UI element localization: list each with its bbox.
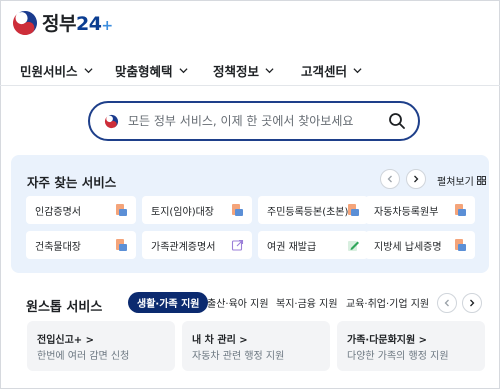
tab-life-family[interactable]: 생활·가족 지원	[128, 292, 209, 313]
taegeuk-mini-icon	[104, 114, 119, 129]
prev-button[interactable]	[380, 169, 400, 189]
search-bar	[88, 101, 420, 141]
main-nav: 민원서비스 맞춤형혜택 정책정보 고객센터	[0, 52, 500, 86]
grid-icon	[476, 176, 486, 185]
document-icon	[348, 204, 359, 216]
nav-item-customer-center[interactable]: 고객센터	[301, 61, 362, 80]
service-item[interactable]: 지방세 납세증명	[365, 231, 475, 259]
onestop-card-move-in[interactable]: 전입신고+ > 한번에 여러 감면 신청	[27, 321, 175, 371]
tab-education-employment[interactable]: 교육·취업·기업 지원	[346, 292, 429, 313]
card-title: 가족·다문화지원 >	[347, 335, 428, 346]
onestop-card-my-car[interactable]: 내 차 관리 > 자동차 관련 행정 지원	[182, 321, 330, 371]
expand-label: 펼쳐보기	[437, 177, 474, 188]
document-icon	[232, 204, 243, 216]
tab-birth-childcare[interactable]: 출산·육아 지원	[207, 292, 269, 313]
document-icon	[116, 204, 127, 216]
service-item[interactable]: 가족관계증명서	[142, 231, 252, 259]
taegeuk-logo-icon	[13, 10, 37, 35]
nav-item-civil-service[interactable]: 민원서비스	[20, 61, 93, 80]
expand-button[interactable]: 펼쳐보기	[437, 173, 486, 188]
service-label: 가족관계증명서	[151, 241, 216, 253]
logo-text: 정부24+	[42, 13, 113, 35]
service-item[interactable]: 주민등록등본(초본)	[258, 196, 368, 224]
service-item[interactable]: 토지(임야)대장	[142, 196, 252, 224]
next-button[interactable]	[406, 169, 426, 189]
document-icon	[455, 204, 466, 216]
nav-label: 민원서비스	[20, 64, 78, 79]
card-title: 전입신고+ >	[37, 335, 95, 346]
tab-welfare-finance[interactable]: 복지·금융 지원	[276, 292, 338, 313]
chevron-left-icon	[387, 175, 392, 183]
service-label: 인감증명서	[35, 206, 81, 218]
chevron-left-icon	[444, 299, 449, 307]
chevron-down-icon	[178, 68, 188, 74]
service-label: 토지(임야)대장	[151, 206, 215, 218]
search-icon[interactable]	[388, 112, 406, 130]
nav-item-custom-benefits[interactable]: 맞춤형혜택	[115, 61, 188, 80]
frequent-services-panel: 자주 찾는 서비스 펼쳐보기 인감증명서 토지(임야)대장 주민등록등본(초본)…	[11, 155, 489, 273]
nav-label: 고객센터	[301, 64, 348, 79]
edit-icon	[348, 241, 359, 251]
external-link-icon	[231, 239, 244, 251]
document-icon	[116, 239, 127, 251]
card-description: 자동차 관련 행정 지원	[192, 351, 285, 362]
card-description: 다양한 가족의 행정 지원	[347, 351, 449, 362]
chevron-down-icon	[265, 68, 274, 74]
service-label: 건축물대장	[35, 241, 81, 253]
service-item[interactable]: 여권 재발급	[258, 231, 368, 259]
tabs-prev-button[interactable]	[437, 293, 457, 313]
nav-item-policy-info[interactable]: 정책정보	[213, 61, 274, 80]
nav-label: 맞춤형혜택	[115, 64, 173, 79]
tabs-next-button[interactable]	[462, 293, 482, 313]
chevron-right-icon	[470, 299, 475, 307]
service-item[interactable]: 인감증명서	[26, 196, 136, 224]
chevron-right-icon	[414, 175, 419, 183]
service-label: 지방세 납세증명	[374, 241, 442, 253]
site-logo[interactable]: 정부24+	[12, 9, 113, 36]
service-label: 자동차등록원부	[374, 206, 439, 218]
service-label: 여권 재발급	[267, 241, 317, 253]
search-input[interactable]	[128, 111, 378, 131]
document-icon	[455, 239, 466, 251]
chevron-down-icon	[83, 68, 93, 74]
onestop-title: 원스톱 서비스	[26, 300, 103, 315]
section-title: 자주 찾는 서비스	[27, 175, 117, 190]
onestop-card-family-multicultural[interactable]: 가족·다문화지원 > 다양한 가족의 행정 지원	[337, 321, 485, 371]
service-item[interactable]: 자동차등록원부	[365, 196, 475, 224]
nav-label: 정책정보	[213, 64, 260, 79]
service-label: 주민등록등본(초본)	[267, 206, 349, 218]
service-item[interactable]: 건축물대장	[26, 231, 136, 259]
card-title: 내 차 관리 >	[192, 335, 248, 346]
card-description: 한번에 여러 감면 신청	[37, 351, 130, 362]
chevron-down-icon	[353, 68, 362, 74]
